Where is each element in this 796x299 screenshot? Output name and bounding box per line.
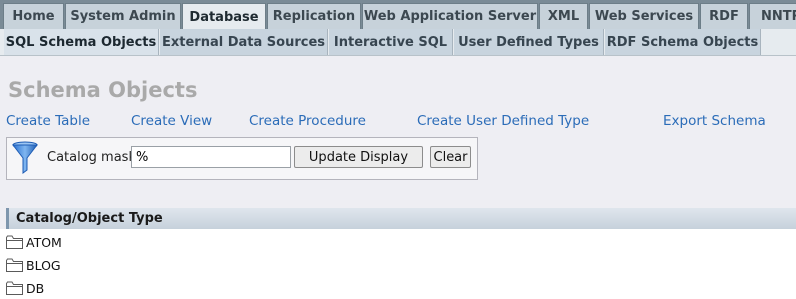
tree-item-label: DB: [26, 280, 45, 296]
folder-icon: [6, 281, 23, 295]
tab-home[interactable]: Home: [3, 3, 64, 29]
export-schema-link[interactable]: Export Schema: [663, 113, 766, 129]
tree-item-label: ATOM: [26, 234, 62, 250]
clear-button[interactable]: Clear: [430, 146, 471, 168]
tab-replication[interactable]: Replication: [267, 3, 361, 29]
tab-web-application-server[interactable]: Web Application Server: [362, 3, 538, 29]
funnel-icon: [12, 141, 38, 174]
sub-nav-tabs: SQL Schema Objects External Data Sources…: [0, 29, 796, 56]
tab-rdf-schema-objects[interactable]: RDF Schema Objects: [605, 29, 761, 55]
tab-system-admin[interactable]: System Admin: [65, 3, 181, 29]
create-procedure-link[interactable]: Create Procedure: [249, 113, 366, 129]
tab-xml[interactable]: XML: [539, 3, 588, 29]
catalog-filter-panel: Catalog mask Update Display Clear: [6, 137, 478, 180]
catalog-mask-label: Catalog mask: [47, 150, 136, 165]
folder-icon: [6, 235, 23, 249]
page-title: Schema Objects: [8, 78, 198, 102]
tab-rdf[interactable]: RDF: [700, 3, 748, 29]
main-nav-tabs: Home System Admin Database Replication W…: [0, 0, 796, 29]
create-user-defined-type-link[interactable]: Create User Defined Type: [417, 113, 589, 129]
tree-item-db[interactable]: DB: [6, 279, 44, 297]
catalog-mask-input[interactable]: [131, 146, 291, 168]
tab-sql-schema-objects[interactable]: SQL Schema Objects: [4, 29, 159, 55]
tree-header: Catalog/Object Type: [6, 208, 796, 229]
tree-item-label: BLOG: [26, 257, 61, 273]
tab-external-data-sources[interactable]: External Data Sources: [160, 29, 328, 55]
tab-database[interactable]: Database: [182, 3, 266, 29]
tree-item-atom[interactable]: ATOM: [6, 233, 62, 251]
folder-icon: [6, 258, 23, 272]
tab-web-services[interactable]: Web Services: [589, 3, 699, 29]
create-view-link[interactable]: Create View: [131, 113, 212, 129]
tree-item-blog[interactable]: BLOG: [6, 256, 61, 274]
tab-nntp[interactable]: NNTP: [749, 3, 796, 29]
catalog-tree: ATOM BLOG DB: [0, 229, 796, 299]
update-display-button[interactable]: Update Display: [294, 146, 423, 168]
tab-user-defined-types[interactable]: User Defined Types: [454, 29, 604, 55]
tab-interactive-sql[interactable]: Interactive SQL: [329, 29, 453, 55]
create-table-link[interactable]: Create Table: [6, 113, 90, 129]
